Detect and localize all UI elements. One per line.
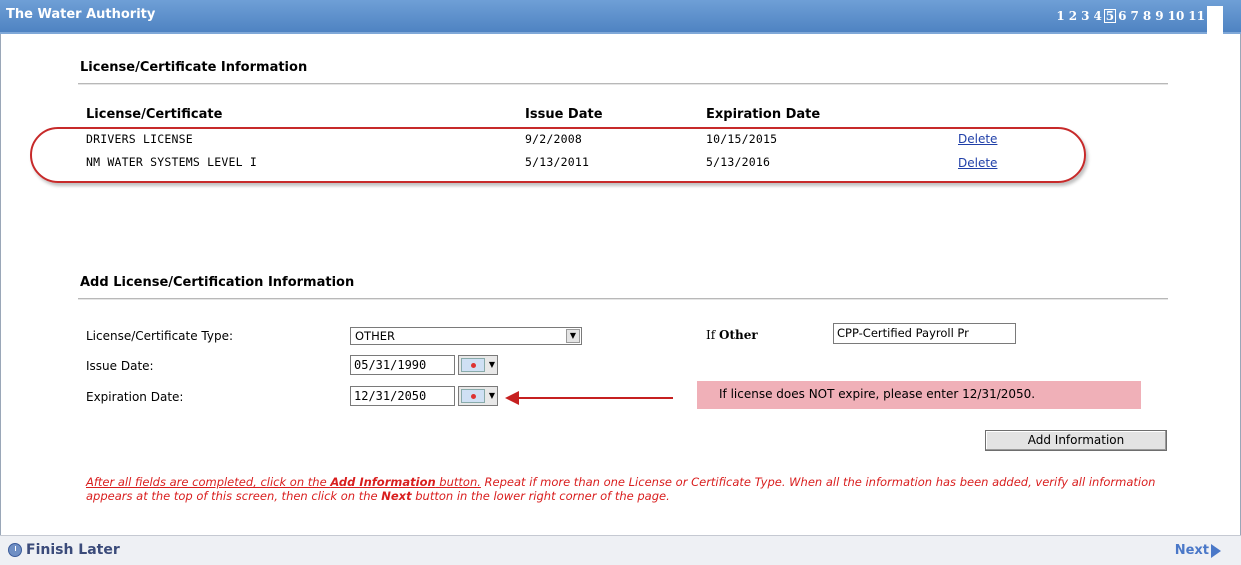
chevron-down-icon: ▼ xyxy=(488,360,495,369)
instructions-emphasis: Add Information xyxy=(330,475,436,489)
calendar-icon xyxy=(461,389,485,403)
column-header-expiration-date: Expiration Date xyxy=(706,107,821,122)
calendar-icon xyxy=(461,358,485,372)
page-link[interactable]: 1 xyxy=(1054,9,1066,23)
license-section-heading: License/Certificate Information xyxy=(80,60,308,75)
title-bar: The Water Authority 1 2 3 4 5 6 7 8 9 10… xyxy=(0,0,1241,34)
other-label: Other xyxy=(719,328,758,342)
license-type-label: License/Certificate Type: xyxy=(86,329,234,343)
next-button[interactable]: Next xyxy=(1175,543,1221,558)
page-link[interactable]: 10 xyxy=(1166,9,1187,23)
footer-bar: Finish Later Next xyxy=(0,535,1241,565)
next-label: Next xyxy=(1174,543,1209,558)
page-link[interactable]: 4 xyxy=(1091,9,1103,23)
column-header-license: License/Certificate xyxy=(86,107,223,122)
instructions-emphasis: Next xyxy=(381,489,412,503)
license-type-select[interactable]: OTHER ▼ xyxy=(350,327,582,345)
section-divider xyxy=(78,83,1168,85)
finish-later-label: Finish Later xyxy=(26,542,120,558)
column-header-issue-date: Issue Date xyxy=(525,107,603,122)
if-other-label: If Other xyxy=(706,328,758,342)
pager-scroll-handle[interactable] xyxy=(1207,6,1223,34)
license-type-value: OTHER xyxy=(355,329,395,343)
page-navigator: 1 2 3 4 5 6 7 8 9 10 11 xyxy=(1054,9,1207,23)
page-link[interactable]: 9 xyxy=(1153,9,1165,23)
page-link[interactable]: 7 xyxy=(1129,9,1141,23)
expiration-note: If license does NOT expire, please enter… xyxy=(697,381,1141,409)
instructions-text: After all fields are completed, click on… xyxy=(86,475,1166,503)
page-link-current[interactable]: 5 xyxy=(1103,9,1117,23)
add-section-heading: Add License/Certification Information xyxy=(80,275,355,290)
app-title: The Water Authority xyxy=(6,7,156,22)
instructions-part: button in the lower right corner of the … xyxy=(411,489,670,503)
issue-date-field[interactable]: 05/31/1990 xyxy=(350,355,455,375)
page-link[interactable]: 2 xyxy=(1067,9,1079,23)
page-link[interactable]: 3 xyxy=(1079,9,1091,23)
issue-date-label: Issue Date: xyxy=(86,359,154,373)
finish-later-button[interactable]: Finish Later xyxy=(8,542,120,558)
chevron-down-icon: ▼ xyxy=(488,391,495,400)
page-link[interactable]: 11 xyxy=(1186,9,1207,23)
expiration-date-calendar-button[interactable]: ▼ xyxy=(458,386,498,406)
arrow-annotation xyxy=(515,397,673,399)
section-divider xyxy=(78,298,1168,300)
instructions-part: button. xyxy=(435,475,481,489)
add-information-button[interactable]: Add Information xyxy=(985,430,1167,451)
issue-date-calendar-button[interactable]: ▼ xyxy=(458,355,498,375)
instructions-part: After all fields are completed, click on… xyxy=(86,475,331,489)
page-link[interactable]: 8 xyxy=(1141,9,1153,23)
chevron-down-icon[interactable]: ▼ xyxy=(566,329,580,343)
arrow-left-icon xyxy=(505,391,519,405)
clock-icon xyxy=(8,543,22,557)
expiration-date-field[interactable]: 12/31/2050 xyxy=(350,386,455,406)
other-type-field[interactable]: CPP-Certified Payroll Pr xyxy=(833,323,1016,344)
page-link[interactable]: 6 xyxy=(1116,9,1128,23)
if-prefix: If xyxy=(706,328,716,342)
highlight-annotation xyxy=(30,127,1086,183)
arrow-right-icon xyxy=(1211,543,1221,558)
expiration-date-label: Expiration Date: xyxy=(86,390,184,404)
